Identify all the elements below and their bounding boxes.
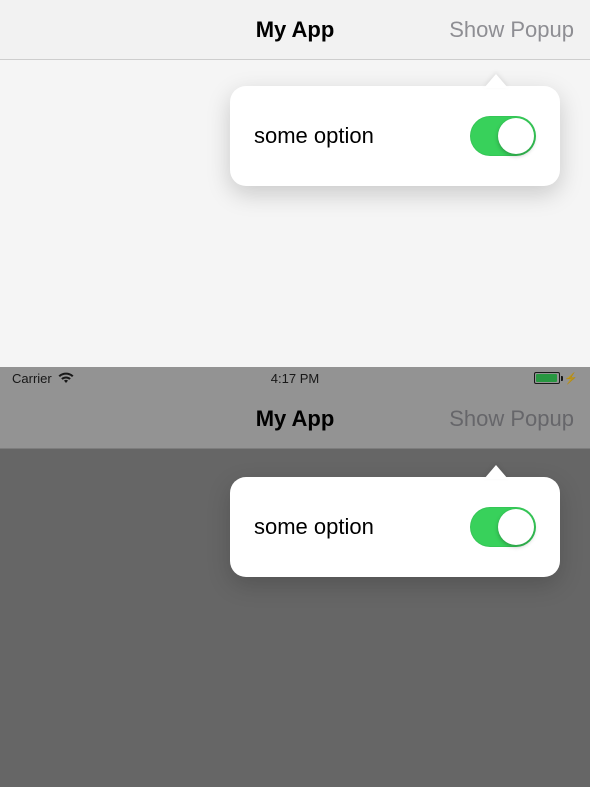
battery-icon [534,372,560,384]
wifi-icon [58,372,74,384]
example-panel-light: My App Show Popup some option [0,0,590,367]
option-toggle[interactable] [470,116,536,156]
toggle-knob [498,118,534,154]
navigation-bar: My App Show Popup [0,0,590,60]
popover: some option [230,477,560,577]
show-popup-button[interactable]: Show Popup [449,406,574,432]
popover: some option [230,86,560,186]
option-label: some option [254,514,374,540]
charging-icon: ⚡ [564,372,578,385]
option-toggle[interactable] [470,507,536,547]
status-time: 4:17 PM [0,371,590,386]
example-panel-dimmed: Carrier 4:17 PM ⚡ My App Show Popup some… [0,367,590,787]
status-bar: Carrier 4:17 PM ⚡ [0,367,590,389]
show-popup-button[interactable]: Show Popup [449,17,574,43]
option-label: some option [254,123,374,149]
navigation-bar: My App Show Popup [0,389,590,449]
carrier-label: Carrier [12,371,52,386]
toggle-knob [498,509,534,545]
